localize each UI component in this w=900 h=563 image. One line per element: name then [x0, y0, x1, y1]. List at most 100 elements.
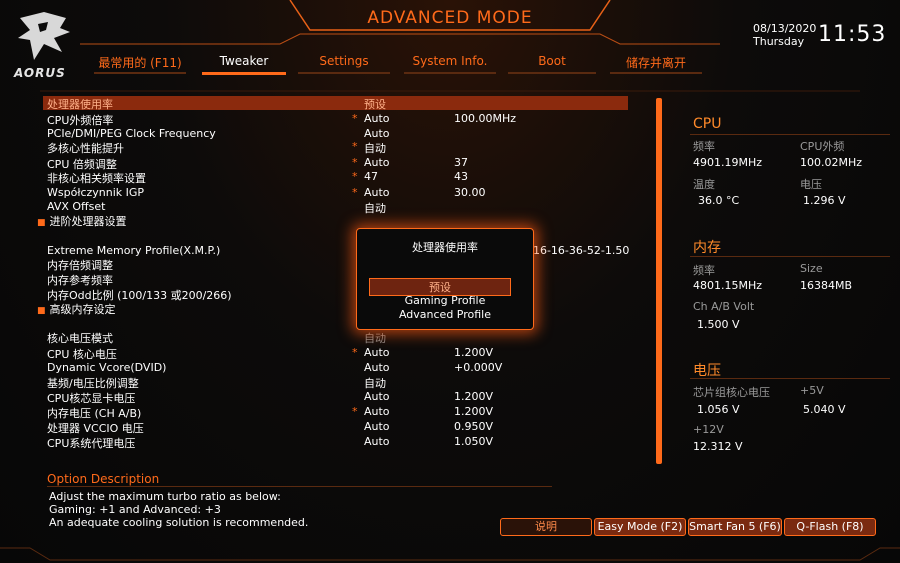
- scrollbar[interactable]: [656, 98, 662, 464]
- setting-current-value: 5-16-16-36-52-1.50: [522, 244, 630, 257]
- options-popup: 处理器使用率 预设 Gaming Profile Advanced Profil…: [356, 228, 534, 330]
- popup-option-advanced-profile[interactable]: Advanced Profile: [357, 308, 533, 321]
- option-description-line: Adjust the maximum turbo ratio as below:: [49, 490, 281, 503]
- brand-name: AORUS: [14, 66, 66, 80]
- setting-value: Auto: [364, 127, 390, 140]
- easy-mode-button[interactable]: Easy Mode (F2): [594, 518, 686, 536]
- tab-save-exit[interactable]: 储存并离开: [610, 54, 702, 74]
- memory-voltage-label: Ch A/B Volt: [693, 300, 755, 313]
- option-description-line: An adequate cooling solution is recommen…: [49, 516, 309, 529]
- setting-label: 处理器 VCCIO 电压: [47, 422, 144, 435]
- setting-value: 自动: [364, 332, 386, 345]
- setting-value: Auto: [364, 420, 390, 433]
- tab-settings[interactable]: Settings: [298, 54, 390, 74]
- submenu-label: 高级内存设定: [49, 303, 116, 316]
- changed-star-icon: *: [352, 405, 358, 418]
- setting-current-value: 37: [454, 156, 468, 169]
- submenu-advanced-cpu-settings[interactable]: ■ 进阶处理器设置: [37, 213, 127, 229]
- tab-system-info[interactable]: System Info.: [404, 54, 496, 74]
- setting-current-value: 1.050V: [454, 435, 494, 448]
- plus5v-label: +5V: [800, 384, 824, 397]
- setting-value: 自动: [364, 377, 386, 390]
- setting-label: PCIe/DMI/PEG Clock Frequency: [47, 127, 216, 140]
- panel-cpu-title: CPU: [693, 116, 722, 132]
- setting-current-value: +0.000V: [454, 361, 503, 374]
- tab-tweaker[interactable]: Tweaker: [202, 54, 286, 75]
- plus12v-value: 12.312 V: [693, 440, 743, 453]
- setting-label: 多核心性能提升: [47, 142, 124, 155]
- setting-value: Auto: [364, 346, 390, 359]
- submenu-advanced-memory-settings[interactable]: ■ 高级内存设定: [37, 301, 116, 317]
- page-title: ADVANCED MODE: [367, 8, 533, 28]
- setting-value: Auto: [364, 390, 390, 403]
- setting-current-value: 100.00MHz: [454, 112, 517, 125]
- cpu-voltage-label: 电压: [800, 178, 822, 191]
- cpu-bclk-label: CPU外频: [800, 140, 845, 153]
- changed-star-icon: *: [352, 346, 358, 359]
- clock: 11:53: [818, 22, 887, 47]
- tab-favorites[interactable]: 最常用的 (F11): [94, 54, 186, 74]
- panel-voltage-title: 电压: [693, 363, 721, 379]
- smart-fan-button[interactable]: Smart Fan 5 (F6): [688, 518, 782, 536]
- divider: [690, 256, 890, 257]
- cpu-temperature-value: 36.0 °C: [698, 194, 740, 207]
- setting-value: 47: [364, 170, 378, 183]
- bullet-icon: ■: [37, 306, 46, 316]
- date-text: 08/13/2020: [753, 22, 817, 35]
- cpu-frequency-value: 4901.19MHz: [693, 156, 763, 169]
- setting-value: Auto: [364, 405, 390, 418]
- setting-label: 内存参考频率: [47, 274, 113, 287]
- setting-label: 内存倍频调整: [47, 259, 113, 272]
- bullet-icon: ■: [37, 218, 46, 228]
- popup-title: 处理器使用率: [412, 241, 478, 254]
- footer-decoration: [0, 547, 900, 561]
- memory-size-label: Size: [800, 262, 823, 275]
- changed-star-icon: *: [352, 112, 358, 125]
- setting-value: Auto: [364, 112, 390, 125]
- setting-value: 预设: [364, 98, 386, 111]
- setting-value: Auto: [364, 186, 390, 199]
- setting-label: 内存电压 (CH A/B): [47, 407, 142, 420]
- memory-voltage-value: 1.500 V: [697, 318, 740, 331]
- option-description-title: Option Description: [47, 472, 160, 486]
- changed-star-icon: *: [352, 140, 358, 153]
- setting-current-value: 30.00: [454, 186, 486, 199]
- setting-value: Auto: [364, 435, 390, 448]
- setting-row-cpu-upgrade[interactable]: 处理器使用率 预设: [43, 96, 628, 111]
- setting-label: Dynamic Vcore(DVID): [47, 361, 167, 374]
- cpu-frequency-label: 频率: [693, 140, 715, 153]
- setting-label: CPU外频倍率: [47, 114, 114, 127]
- setting-value: Auto: [364, 361, 390, 374]
- setting-label: Współczynnik IGP: [47, 186, 145, 199]
- panel-memory-title: 内存: [693, 240, 721, 256]
- setting-value: Auto: [364, 156, 390, 169]
- setting-current-value: 1.200V: [454, 346, 494, 359]
- plus12v-label: +12V: [693, 423, 724, 436]
- popup-option-gaming-profile[interactable]: Gaming Profile: [357, 294, 533, 307]
- memory-size-value: 16384MB: [800, 279, 853, 292]
- divider: [690, 134, 890, 135]
- setting-label: 核心电压模式: [47, 332, 113, 345]
- setting-label: 处理器使用率: [47, 98, 113, 111]
- memory-frequency-value: 4801.15MHz: [693, 279, 763, 292]
- qflash-button[interactable]: Q-Flash (F8): [784, 518, 876, 536]
- cpu-bclk-value: 100.02MHz: [800, 156, 863, 169]
- submenu-label: 进阶处理器设置: [49, 215, 127, 228]
- pch-voltage-label: 芯片组核心电压: [693, 386, 770, 399]
- setting-label: Extreme Memory Profile(X.M.P.): [47, 244, 221, 257]
- cpu-temperature-label: 温度: [693, 178, 715, 191]
- memory-frequency-label: 频率: [693, 264, 715, 277]
- help-button[interactable]: 说明: [500, 518, 592, 536]
- weekday-text: Thursday: [753, 35, 805, 48]
- setting-label: AVX Offset: [47, 200, 106, 213]
- setting-value: 自动: [364, 142, 386, 155]
- setting-label: CPU 核心电压: [47, 348, 117, 361]
- setting-label: CPU系统代理电压: [47, 437, 136, 450]
- setting-label: CPU核芯显卡电压: [47, 392, 136, 405]
- cpu-voltage-value: 1.296 V: [803, 194, 846, 207]
- setting-current-value: 43: [454, 170, 468, 183]
- divider: [690, 378, 890, 379]
- changed-star-icon: *: [352, 156, 358, 169]
- changed-star-icon: *: [352, 186, 358, 199]
- tab-boot[interactable]: Boot: [508, 54, 596, 74]
